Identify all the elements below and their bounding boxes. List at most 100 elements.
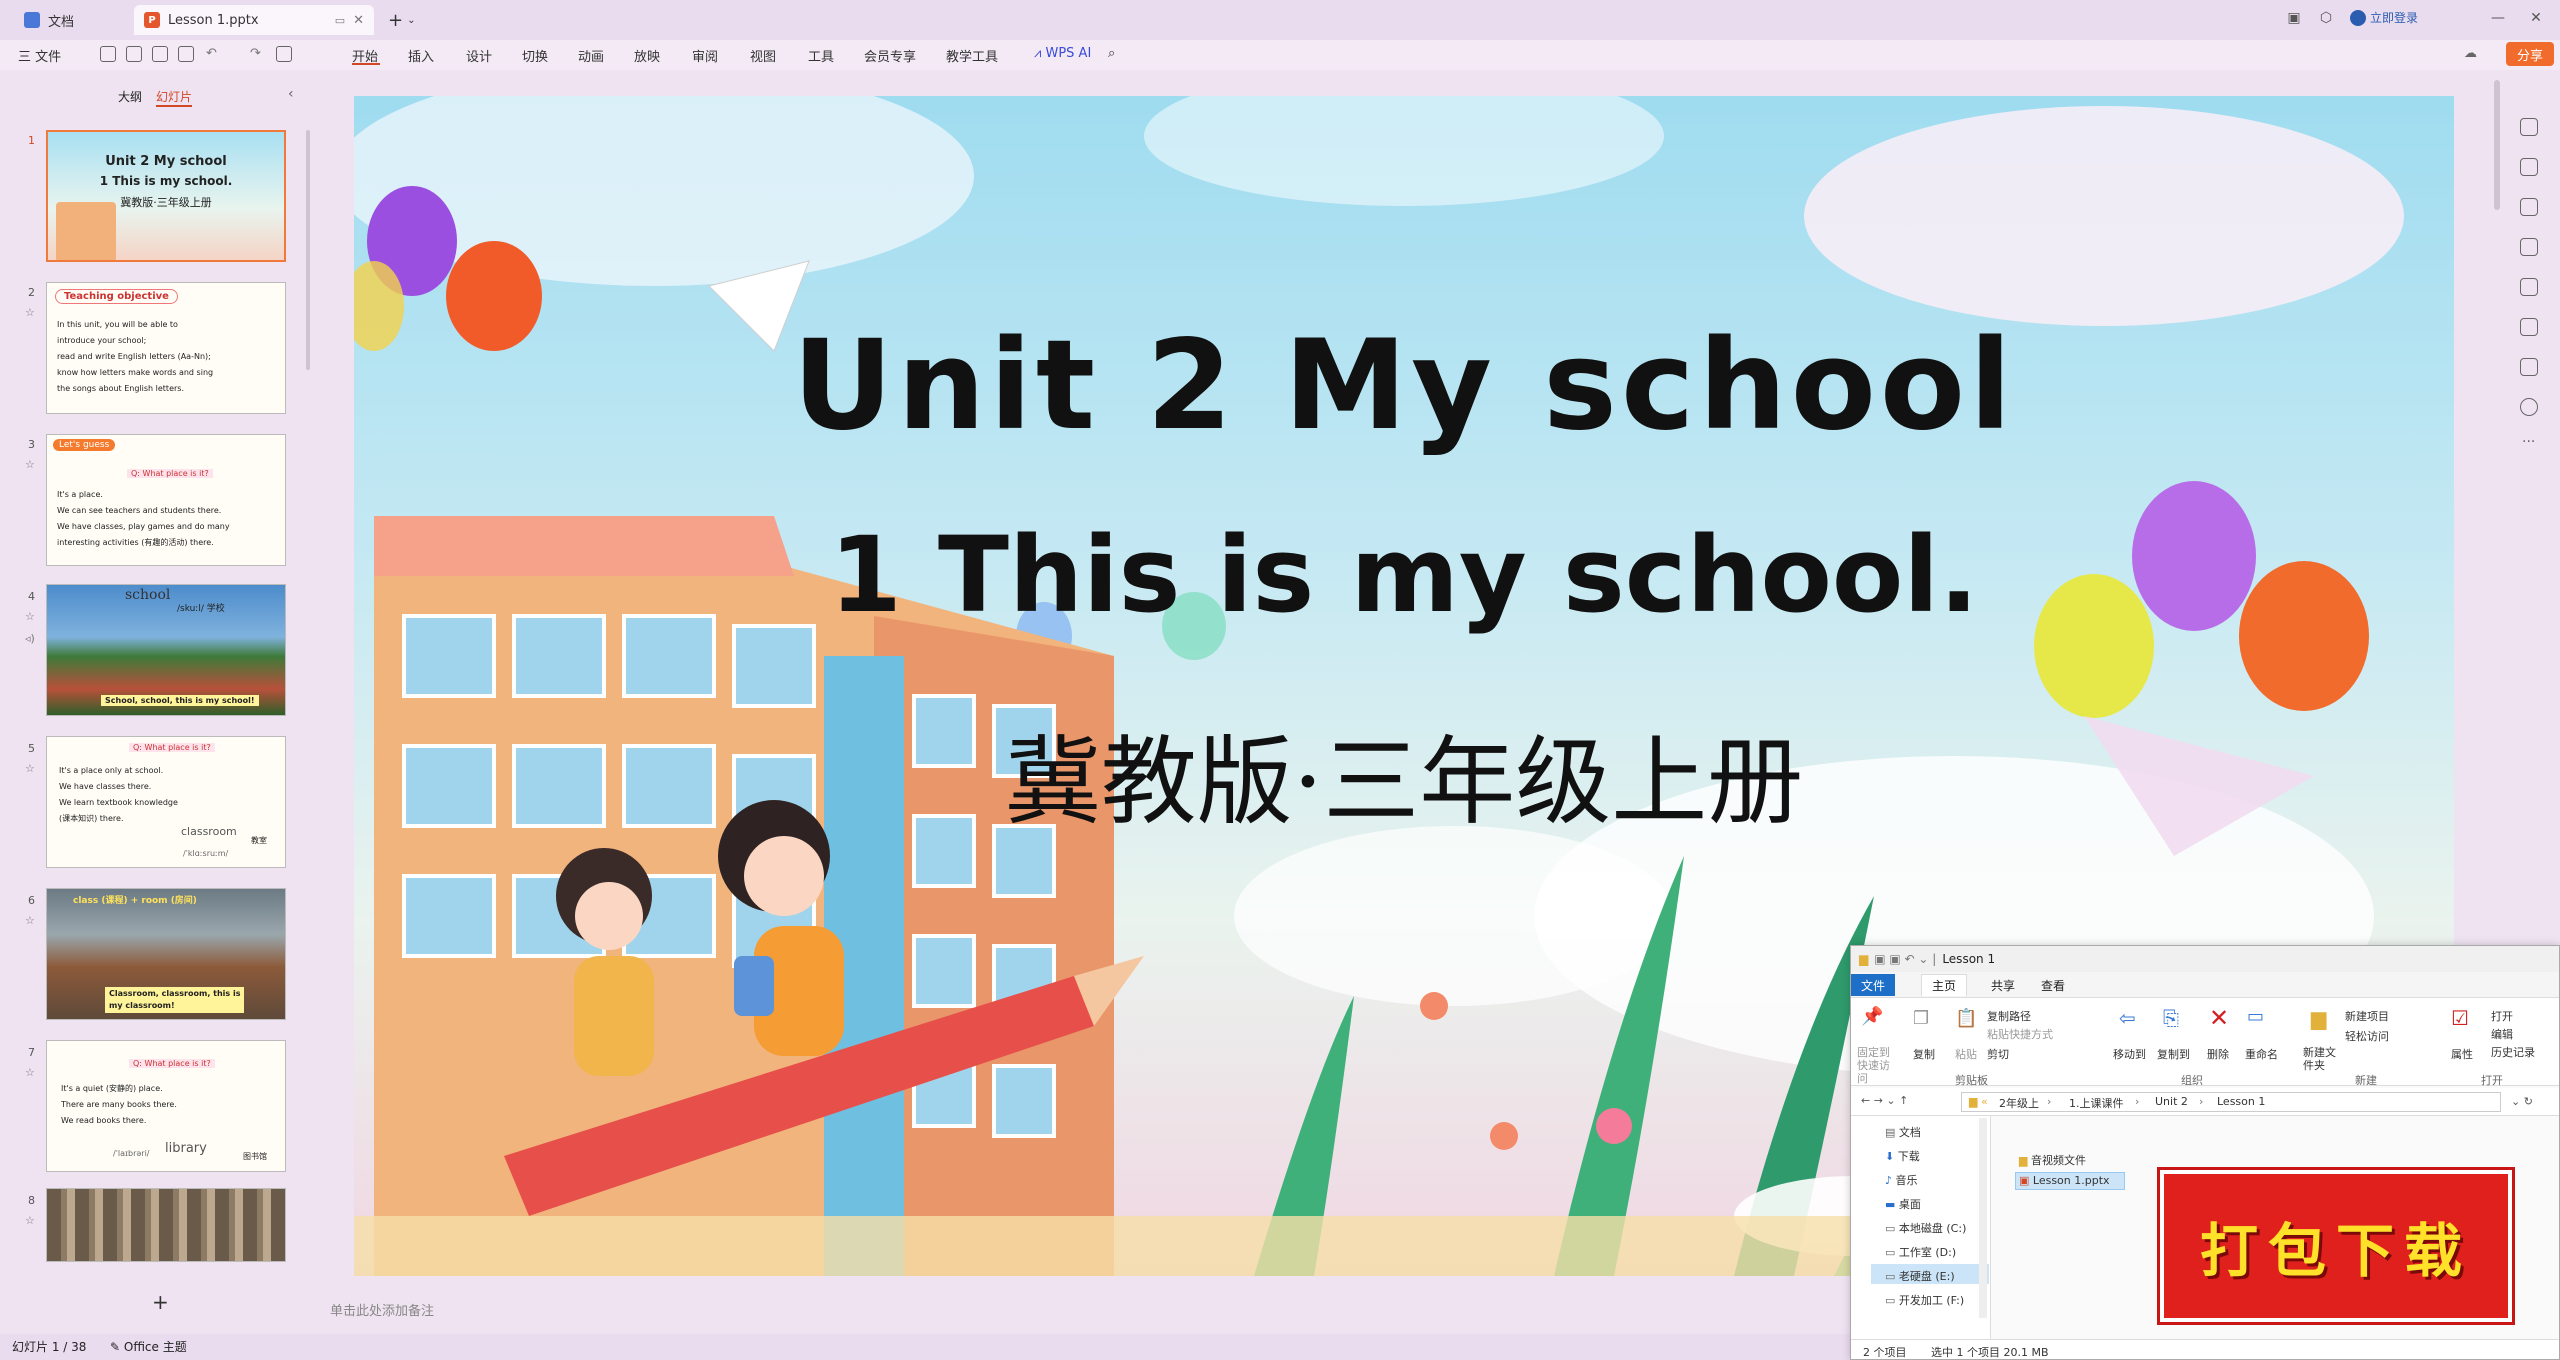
star-icon[interactable]: ☆ <box>25 914 35 927</box>
nav-item-downloads[interactable]: ⬇ 下载 <box>1885 1148 1920 1164</box>
slide-thumbnail-4[interactable]: school /skuːl/ 学校 School, school, this i… <box>46 584 286 716</box>
window-icon[interactable]: ▭ <box>335 14 345 27</box>
layout-icon[interactable]: ▣ <box>2280 6 2308 30</box>
menu-member[interactable]: 会员专享 <box>864 46 916 65</box>
nav-item-drive-c[interactable]: ▭ 本地磁盘 (C:) <box>1885 1220 1966 1236</box>
new-item-button[interactable]: 新建项目 <box>2345 1008 2389 1024</box>
star-icon[interactable] <box>2520 158 2538 176</box>
magic-icon[interactable] <box>2520 278 2538 296</box>
menu-transition[interactable]: 切换 <box>522 46 548 65</box>
quick-access-icons[interactable]: ▣ ▣ ↶ ⌄ | <box>1874 952 1936 966</box>
open-button[interactable]: 打开 <box>2491 1008 2513 1024</box>
menu-review[interactable]: 审阅 <box>692 46 718 65</box>
menu-slideshow[interactable]: 放映 <box>634 46 660 65</box>
notes-placeholder[interactable]: 单击此处添加备注 <box>330 1300 434 1319</box>
share-button[interactable]: 分享 <box>2506 42 2554 66</box>
save-icon[interactable] <box>100 46 116 62</box>
nav-item-music[interactable]: ♪ 音乐 <box>1885 1172 1918 1188</box>
nav-item-documents[interactable]: ▤ 文档 <box>1885 1124 1921 1140</box>
login-button[interactable]: 立即登录 <box>2350 9 2418 26</box>
format-painter-icon[interactable] <box>276 46 292 62</box>
redo-icon[interactable]: ↷ <box>250 46 261 61</box>
more-icon[interactable]: ··· <box>2522 434 2535 450</box>
close-tab-icon[interactable]: ✕ <box>353 13 364 28</box>
paste-shortcut-button[interactable]: 粘贴快捷方式 <box>1987 1026 2053 1042</box>
image-icon[interactable] <box>2520 238 2538 256</box>
slide-title[interactable]: Unit 2 My school <box>354 314 2454 458</box>
close-window-button[interactable]: ✕ <box>2522 6 2550 30</box>
refresh-icon[interactable]: ⌄ ↻ <box>2511 1095 2533 1108</box>
pin-quick-access-button[interactable]: 固定到快速访问 <box>1857 1046 1897 1085</box>
slide-thumbnail-5[interactable]: Q: What place is it? It's a place only a… <box>46 736 286 868</box>
menu-insert[interactable]: 插入 <box>408 46 434 65</box>
paste-button[interactable]: 粘贴 <box>1955 1046 1977 1062</box>
star-icon[interactable]: ☆ <box>25 1214 35 1227</box>
ribbon-tab-share[interactable]: 共享 <box>1981 974 2025 996</box>
move-to-button[interactable]: 移动到 <box>2113 1046 2146 1062</box>
slide-edition[interactable]: 冀教版·三年级上册 <box>354 704 2454 843</box>
easy-access-button[interactable]: 轻松访问 <box>2345 1028 2389 1044</box>
help-icon[interactable] <box>2520 398 2538 416</box>
slide-thumbnail-8[interactable] <box>46 1188 286 1262</box>
undo-icon[interactable]: ↶ <box>206 46 217 61</box>
slide-thumbnail-3[interactable]: Let's guess Q: What place is it? It's a … <box>46 434 286 566</box>
outline-tab[interactable]: 大纲 <box>118 88 142 105</box>
ribbon-tab-file[interactable]: 文件 <box>1851 974 1896 996</box>
preview-icon[interactable] <box>178 46 194 62</box>
nav-item-drive-d[interactable]: ▭ 工作室 (D:) <box>1885 1244 1956 1260</box>
menu-animation[interactable]: 动画 <box>578 46 604 65</box>
book-icon[interactable] <box>2520 318 2538 336</box>
cube-icon[interactable]: ⬡ <box>2312 6 2340 30</box>
menu-tools[interactable]: 工具 <box>808 46 834 65</box>
nav-item-desktop[interactable]: ▬ 桌面 <box>1885 1196 1921 1212</box>
slide-thumbnail-6[interactable]: class (课程) + room (房间) Classroom, classr… <box>46 888 286 1020</box>
download-badge[interactable]: 打包下载 <box>2157 1167 2515 1325</box>
copy-to-button[interactable]: 复制到 <box>2157 1046 2190 1062</box>
slide-thumbnail-7[interactable]: Q: What place is it? It's a quiet (安静的) … <box>46 1040 286 1172</box>
print-icon[interactable] <box>152 46 168 62</box>
menu-view[interactable]: 视图 <box>750 46 776 65</box>
edit-button[interactable]: 编辑 <box>2491 1026 2513 1042</box>
file-row-folder[interactable]: ▆ 音视频文件 <box>2019 1152 2086 1168</box>
export-icon[interactable] <box>126 46 142 62</box>
star-icon[interactable]: ☆ <box>25 1066 35 1079</box>
minimize-button[interactable]: — <box>2484 6 2512 30</box>
properties-button[interactable]: 属性 <box>2451 1046 2473 1062</box>
ribbon-tab-view[interactable]: 查看 <box>2031 974 2075 996</box>
path-segment[interactable]: Lesson 1 <box>2217 1095 2265 1108</box>
slide-subtitle[interactable]: 1 This is my school. <box>354 514 2454 636</box>
star-icon[interactable]: ☆ <box>25 762 35 775</box>
star-icon[interactable]: ☆ <box>25 306 35 319</box>
copy-path-button[interactable]: 复制路径 <box>1987 1008 2031 1024</box>
history-button[interactable]: 历史记录 <box>2491 1044 2535 1060</box>
cloud-icon[interactable]: ☁ <box>2464 46 2477 61</box>
slide-thumbnail-2[interactable]: Teaching objective In this unit, you wil… <box>46 282 286 414</box>
edit-icon[interactable] <box>2520 358 2538 376</box>
explorer-titlebar[interactable]: ▆ ▣ ▣ ↶ ⌄ | Lesson 1 <box>1851 946 2559 972</box>
menu-teaching-tools[interactable]: 教学工具 <box>946 46 998 65</box>
copy-button[interactable]: 复制 <box>1913 1046 1935 1062</box>
adjust-icon[interactable] <box>2520 118 2538 136</box>
copy-icon[interactable] <box>2520 198 2538 216</box>
theme-name[interactable]: ✎ Office 主题 <box>110 1338 187 1355</box>
path-segment[interactable]: 1.上课课件 <box>2069 1095 2124 1111</box>
star-icon[interactable]: ☆ <box>25 610 35 623</box>
tab-documents[interactable]: 文档 <box>14 5 132 35</box>
rename-button[interactable]: 重命名 <box>2245 1046 2278 1062</box>
collapse-panel-icon[interactable]: ‹ <box>288 86 294 102</box>
nav-item-drive-f[interactable]: ▭ 开发加工 (F:) <box>1885 1292 1964 1308</box>
delete-button[interactable]: 删除 <box>2207 1046 2229 1062</box>
menu-design[interactable]: 设计 <box>466 46 492 65</box>
search-icon[interactable]: ⌕ <box>1108 46 1115 61</box>
panel-scrollbar[interactable] <box>306 130 310 370</box>
star-icon[interactable]: ☆ <box>25 458 35 471</box>
path-segment[interactable]: 2年级上 <box>1999 1095 2039 1111</box>
nav-item-drive-e[interactable]: ▭ 老硬盘 (E:) <box>1885 1268 1955 1284</box>
nav-scrollbar[interactable] <box>1979 1118 1987 1318</box>
add-slide-button[interactable]: + <box>152 1290 169 1314</box>
slide-scrollbar[interactable] <box>2494 80 2500 210</box>
file-menu[interactable]: 三 文件 <box>18 46 61 65</box>
audio-icon[interactable]: ◃) <box>25 632 35 645</box>
new-tab-button[interactable]: + ⌄ <box>378 5 418 35</box>
slide-thumbnail-1[interactable]: Unit 2 My school 1 This is my school. 冀教… <box>46 130 286 262</box>
